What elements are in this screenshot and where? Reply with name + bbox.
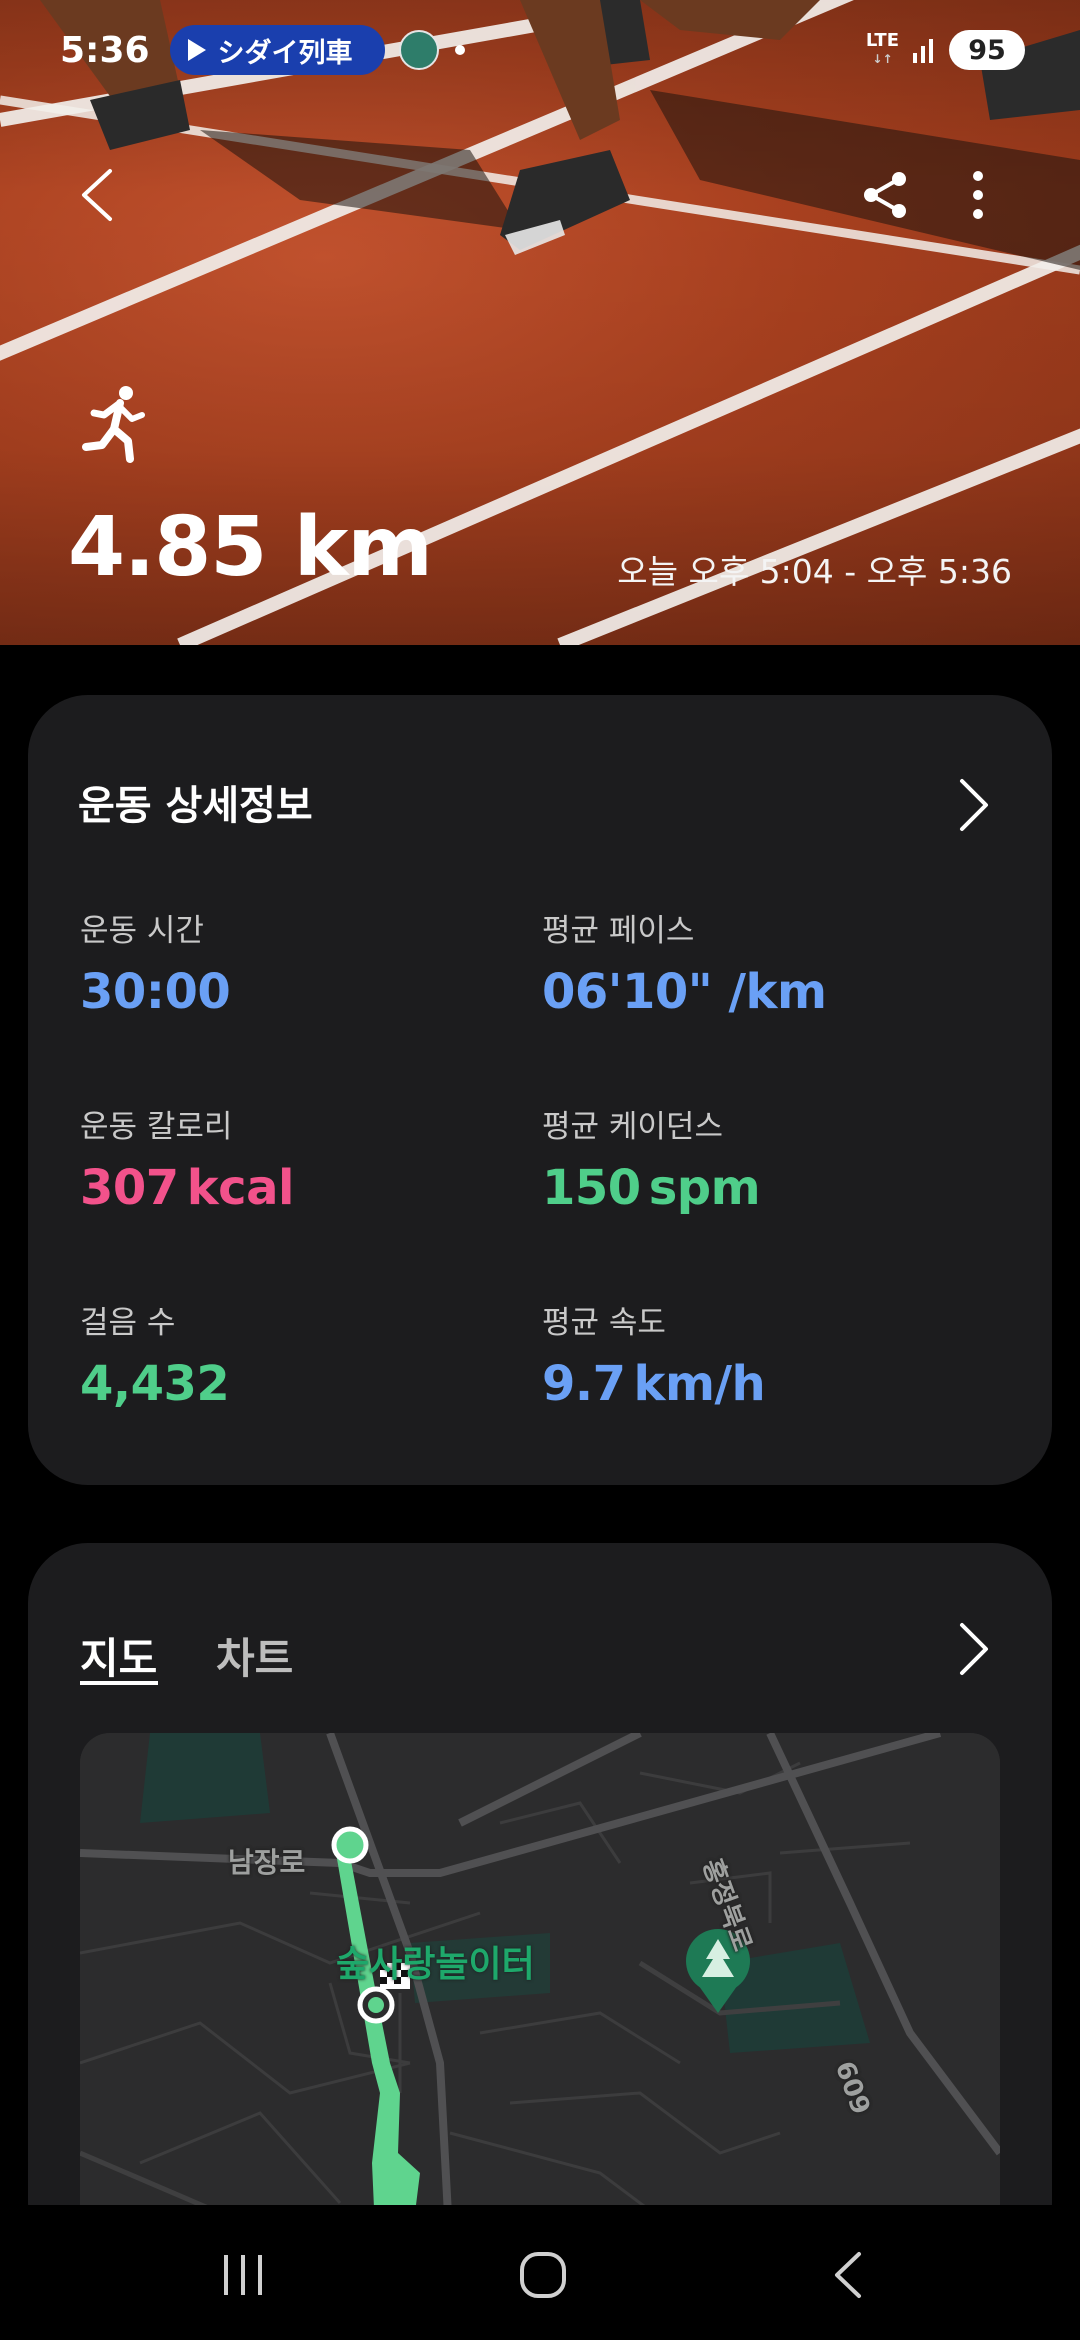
- workout-time-range: 오늘 오후 5:04 - 오후 5:36: [617, 552, 1012, 591]
- back-arrow-icon: [82, 169, 112, 221]
- chevron-right-icon[interactable]: [948, 775, 998, 835]
- more-notifications-dot: [454, 45, 465, 55]
- map-chart-card: 지도 차트 남장로 홍정북로 609 숲사랑놀이터: [28, 1543, 1052, 2263]
- metric-duration: 운동 시간 30:00: [80, 905, 231, 1020]
- metric-value: 06'10" /km: [542, 964, 827, 1020]
- network-type: LTE ↓↑: [865, 30, 899, 67]
- chevron-right-icon[interactable]: [948, 1619, 998, 1679]
- home-button[interactable]: [503, 2240, 583, 2310]
- system-back-button[interactable]: [808, 2240, 888, 2310]
- signal-icon: [913, 39, 933, 63]
- app-notification-icon: [398, 30, 439, 70]
- share-icon: [864, 172, 906, 218]
- metric-steps: 걸음 수 4,432: [80, 1297, 230, 1412]
- metric-value: 9.7 km/h: [542, 1356, 766, 1412]
- metric-value: 150 spm: [542, 1160, 761, 1216]
- map-poi-label: 숲사랑놀이터: [336, 1944, 535, 1985]
- back-button[interactable]: [62, 160, 132, 230]
- route-map[interactable]: 남장로 홍정북로 609 숲사랑놀이터 길: [80, 1733, 1000, 2253]
- details-title: 운동 상세정보: [78, 783, 313, 829]
- metric-value: 30:00: [80, 964, 231, 1020]
- more-options-button[interactable]: [943, 160, 1013, 230]
- metric-calories: 운동 칼로리 307 kcal: [80, 1101, 294, 1216]
- home-icon: [520, 2252, 566, 2298]
- metric-label: 평균 속도: [542, 1305, 666, 1341]
- tab-chart[interactable]: 차트: [216, 1625, 293, 1686]
- metric-value: 307 kcal: [80, 1160, 294, 1216]
- metric-label: 평균 페이스: [542, 913, 695, 949]
- media-text: シダイ列車: [217, 37, 353, 69]
- metric-label: 운동 시간: [80, 913, 204, 949]
- metric-label: 걸음 수: [80, 1305, 176, 1341]
- share-button[interactable]: [850, 160, 920, 230]
- play-icon: [187, 39, 206, 61]
- map-road-label: 남장로: [228, 1846, 306, 1879]
- battery-level: 95: [968, 34, 1006, 66]
- map-base: [80, 1733, 1000, 2253]
- more-vertical-icon: [973, 171, 983, 219]
- recent-apps-button[interactable]: [203, 2240, 283, 2310]
- workout-details-card[interactable]: 운동 상세정보 운동 시간 30:00 평균 페이스 06'10" /km 운동…: [28, 695, 1052, 1485]
- metric-avg-cadence: 평균 케이던스 150 spm: [542, 1101, 761, 1216]
- metric-avg-speed: 평균 속도 9.7 km/h: [542, 1297, 766, 1412]
- tab-map[interactable]: 지도: [80, 1625, 157, 1686]
- status-time: 5:36: [60, 29, 150, 71]
- battery-indicator: 95: [949, 30, 1025, 70]
- distance-value: 4.85 km: [68, 500, 433, 595]
- status-bar: 5:36 シダイ列車 LTE ↓↑ 95: [60, 22, 1025, 78]
- metric-label: 운동 칼로리: [80, 1109, 233, 1145]
- back-arrow-icon: [835, 2252, 861, 2298]
- system-navigation-bar: [0, 2205, 1080, 2340]
- running-icon: [82, 386, 145, 463]
- media-notification-pill[interactable]: シダイ列車: [169, 25, 385, 75]
- metric-label: 평균 케이던스: [542, 1109, 723, 1145]
- metric-avg-pace: 평균 페이스 06'10" /km: [542, 905, 827, 1020]
- metric-value: 4,432: [80, 1356, 230, 1412]
- hero-banner: 5:36 シダイ列車 LTE ↓↑ 95 4.85 km 오늘 오후 5:04 …: [0, 0, 1080, 645]
- tab-active-indicator: [80, 1681, 158, 1685]
- recent-apps-icon: [224, 2255, 262, 2295]
